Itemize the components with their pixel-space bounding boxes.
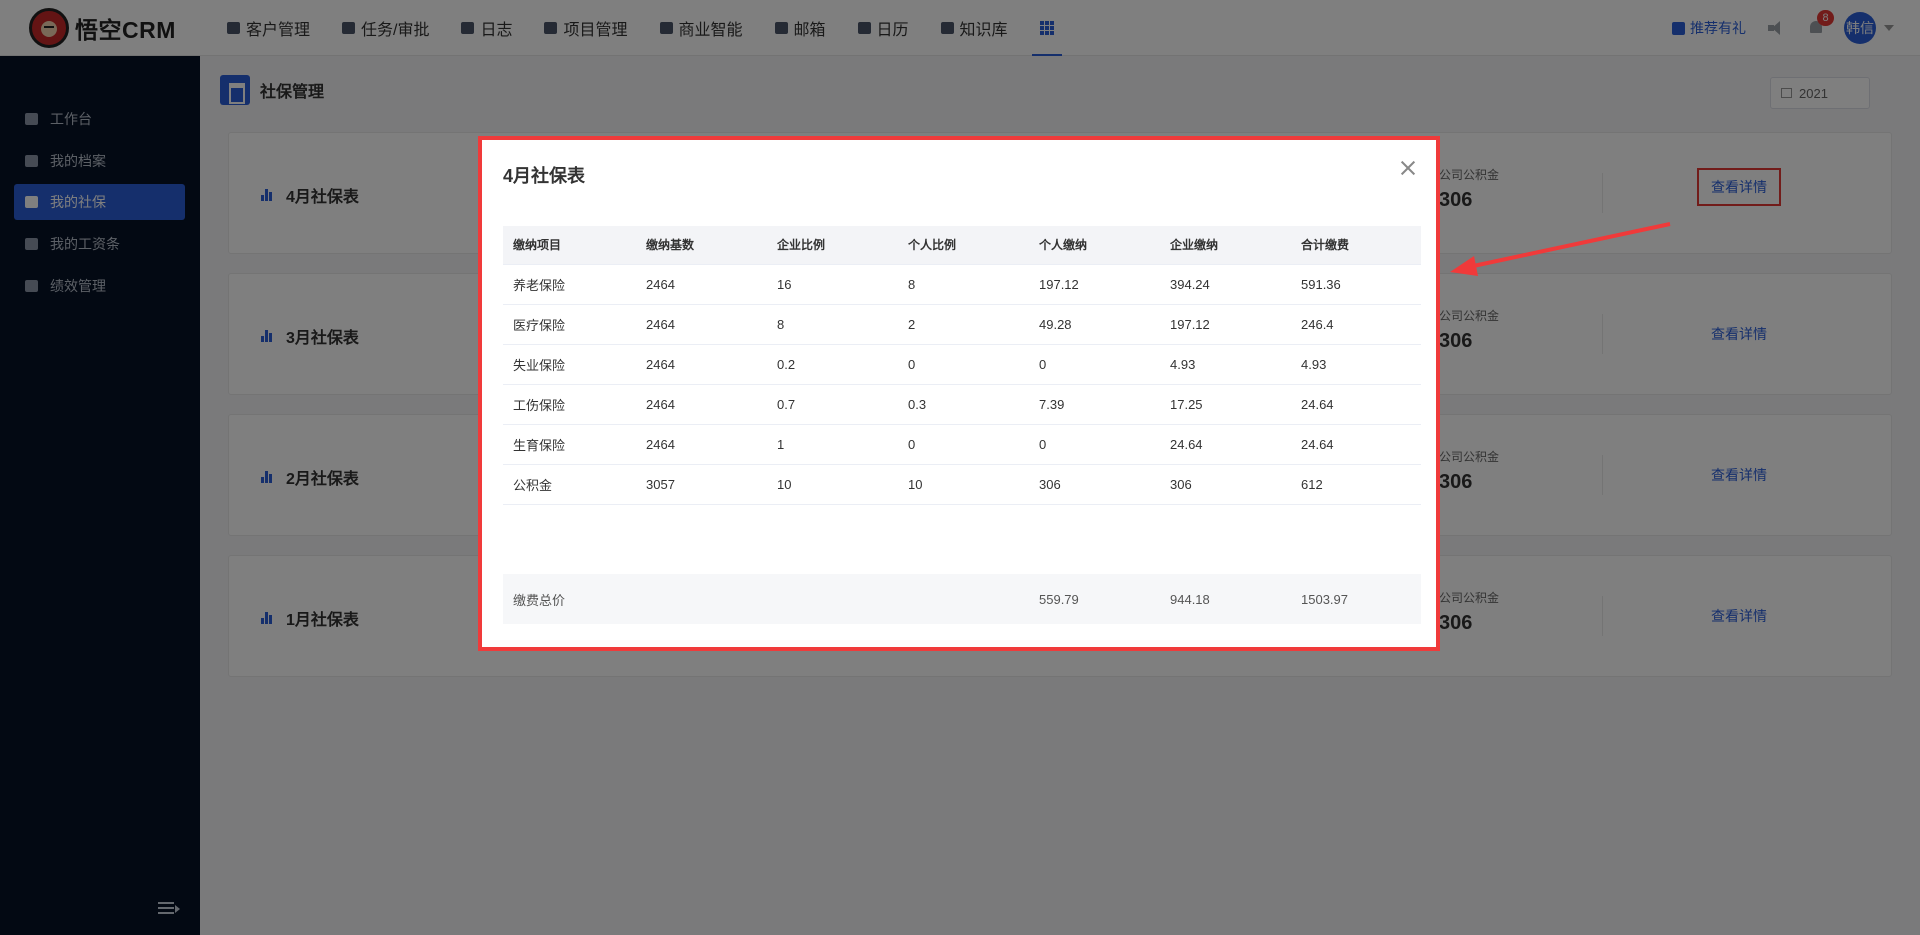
table-cell: 公积金 <box>503 464 636 505</box>
table-cell: 10 <box>898 464 1029 505</box>
total-personal: 559.79 <box>1029 574 1160 624</box>
table-row: 公积金 3057 10 10 306 306 612 <box>503 464 1421 505</box>
table-cell: 17.25 <box>1160 384 1291 425</box>
table-cell: 生育保险 <box>503 424 636 465</box>
table-cell: 197.12 <box>1029 264 1160 305</box>
table-cell: 0.7 <box>767 384 898 425</box>
table-cell: 工伤保险 <box>503 384 636 425</box>
table-cell: 3057 <box>636 464 767 505</box>
table-cell: 246.4 <box>1291 304 1421 345</box>
total-label: 缴费总价 <box>503 574 636 624</box>
table-total-row: 缴费总价 559.79 944.18 1503.97 <box>503 574 1421 624</box>
table-cell: 24.64 <box>1291 424 1421 465</box>
table-row: 生育保险 2464 1 0 0 24.64 24.64 <box>503 424 1421 465</box>
social-security-table: 缴纳项目 缴纳基数 企业比例 个人比例 个人缴纳 企业缴纳 合计缴费 养老保险 2… <box>503 226 1421 624</box>
table-cell: 306 <box>1160 464 1291 505</box>
table-cell: 0 <box>898 344 1029 385</box>
table-cell: 0.2 <box>767 344 898 385</box>
table-cell: 4.93 <box>1291 344 1421 385</box>
table-cell: 16 <box>767 264 898 305</box>
table-cell: 0 <box>898 424 1029 465</box>
column-header: 个人比例 <box>898 226 1029 265</box>
table-cell: 24.64 <box>1160 424 1291 465</box>
table-cell: 197.12 <box>1160 304 1291 345</box>
table-cell: 306 <box>1029 464 1160 505</box>
table-cell: 0 <box>1029 344 1160 385</box>
table-cell: 养老保险 <box>503 264 636 305</box>
table-header-row: 缴纳项目 缴纳基数 企业比例 个人比例 个人缴纳 企业缴纳 合计缴费 <box>503 226 1421 265</box>
table-cell <box>898 574 1029 624</box>
table-row: 失业保险 2464 0.2 0 0 4.93 4.93 <box>503 344 1421 385</box>
table-cell: 591.36 <box>1291 264 1421 305</box>
table-cell: 2464 <box>636 344 767 385</box>
total-sum: 1503.97 <box>1291 574 1421 624</box>
social-security-dialog: 4月社保表 缴纳项目 缴纳基数 企业比例 个人比例 个人缴纳 企业缴纳 合计缴费… <box>478 136 1440 651</box>
table-cell: 0 <box>1029 424 1160 465</box>
table-cell: 612 <box>1291 464 1421 505</box>
table-cell <box>767 574 898 624</box>
table-cell: 2464 <box>636 304 767 345</box>
table-cell: 4.93 <box>1160 344 1291 385</box>
column-header: 缴纳基数 <box>636 226 767 265</box>
dialog-title: 4月社保表 <box>503 166 586 186</box>
total-company: 944.18 <box>1160 574 1291 624</box>
column-header: 缴纳项目 <box>503 226 636 265</box>
table-cell: 2464 <box>636 424 767 465</box>
table-cell: 医疗保险 <box>503 304 636 345</box>
table-cell: 1 <box>767 424 898 465</box>
table-cell: 失业保险 <box>503 344 636 385</box>
column-header: 个人缴纳 <box>1029 226 1160 265</box>
table-row: 工伤保险 2464 0.7 0.3 7.39 17.25 24.64 <box>503 384 1421 425</box>
table-cell: 10 <box>767 464 898 505</box>
table-cell: 2464 <box>636 264 767 305</box>
column-header: 企业比例 <box>767 226 898 265</box>
table-cell: 7.39 <box>1029 384 1160 425</box>
table-row: 医疗保险 2464 8 2 49.28 197.12 246.4 <box>503 304 1421 345</box>
annotation-arrow-icon <box>1450 222 1671 276</box>
table-cell: 8 <box>898 264 1029 305</box>
table-row: 养老保险 2464 16 8 197.12 394.24 591.36 <box>503 264 1421 305</box>
table-cell: 2 <box>898 304 1029 345</box>
close-icon[interactable] <box>1400 160 1416 176</box>
table-cell: 2464 <box>636 384 767 425</box>
table-cell: 0.3 <box>898 384 1029 425</box>
column-header: 合计缴费 <box>1291 226 1421 265</box>
table-cell: 394.24 <box>1160 264 1291 305</box>
table-cell: 49.28 <box>1029 304 1160 345</box>
table-spacer <box>503 504 1421 574</box>
table-cell: 8 <box>767 304 898 345</box>
column-header: 企业缴纳 <box>1160 226 1291 265</box>
table-cell: 24.64 <box>1291 384 1421 425</box>
table-cell <box>636 574 767 624</box>
